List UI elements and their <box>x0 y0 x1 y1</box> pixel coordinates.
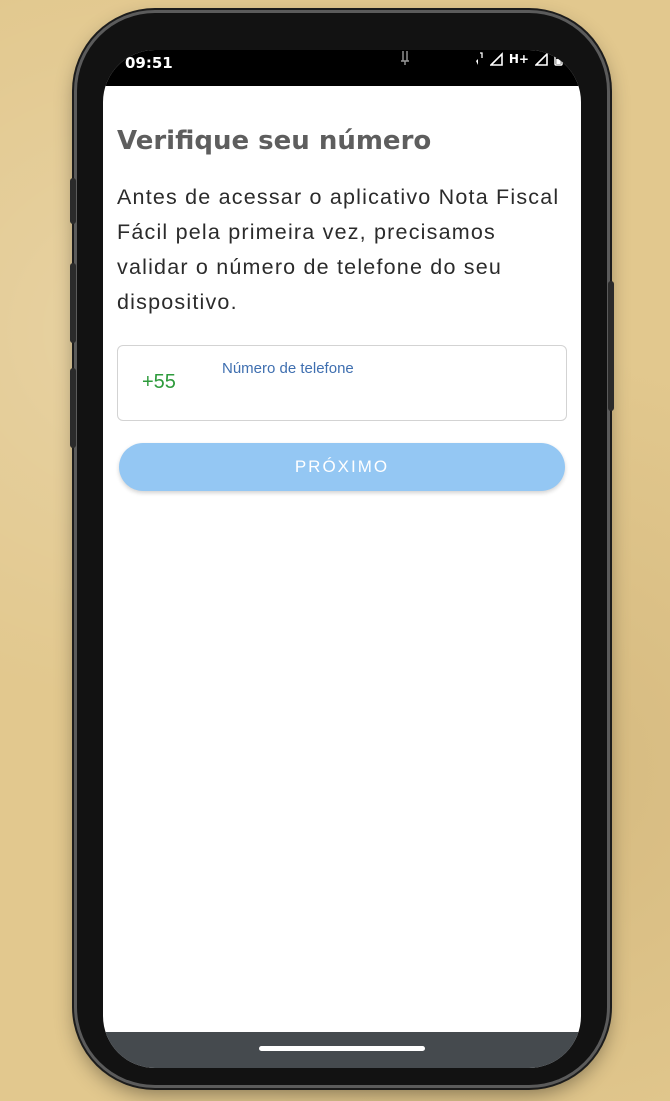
volume-up-button <box>70 263 76 343</box>
phone-number-input[interactable] <box>222 384 542 410</box>
next-button[interactable]: PRÓXIMO <box>119 443 565 491</box>
phone-screen: 09:51 H+ Verifique seu número Antes de a… <box>103 50 581 1068</box>
network-type-label: H+ <box>508 51 529 66</box>
volume-down-button <box>70 368 76 448</box>
home-gesture-handle[interactable] <box>259 1046 425 1051</box>
notification-icon <box>400 50 410 69</box>
power-button <box>608 281 614 411</box>
page-title: Verifique seu número <box>117 126 432 156</box>
status-bar: 09:51 H+ <box>103 50 581 86</box>
page-description: Antes de acessar o aplicativo Nota Fisca… <box>117 185 560 314</box>
signal-icon <box>535 51 548 66</box>
navigation-bar <box>103 1032 581 1068</box>
status-time: 09:51 <box>125 54 173 72</box>
phone-number-label: Número de telefone <box>222 360 354 377</box>
battery-icon <box>554 51 563 66</box>
data-transfer-icon <box>474 51 484 66</box>
signal-icon <box>489 51 503 66</box>
side-button <box>70 178 76 224</box>
status-icons: H+ <box>474 51 563 66</box>
phone-number-field[interactable]: +55 Número de telefone <box>117 345 567 421</box>
country-code-prefix: +55 <box>142 371 176 393</box>
